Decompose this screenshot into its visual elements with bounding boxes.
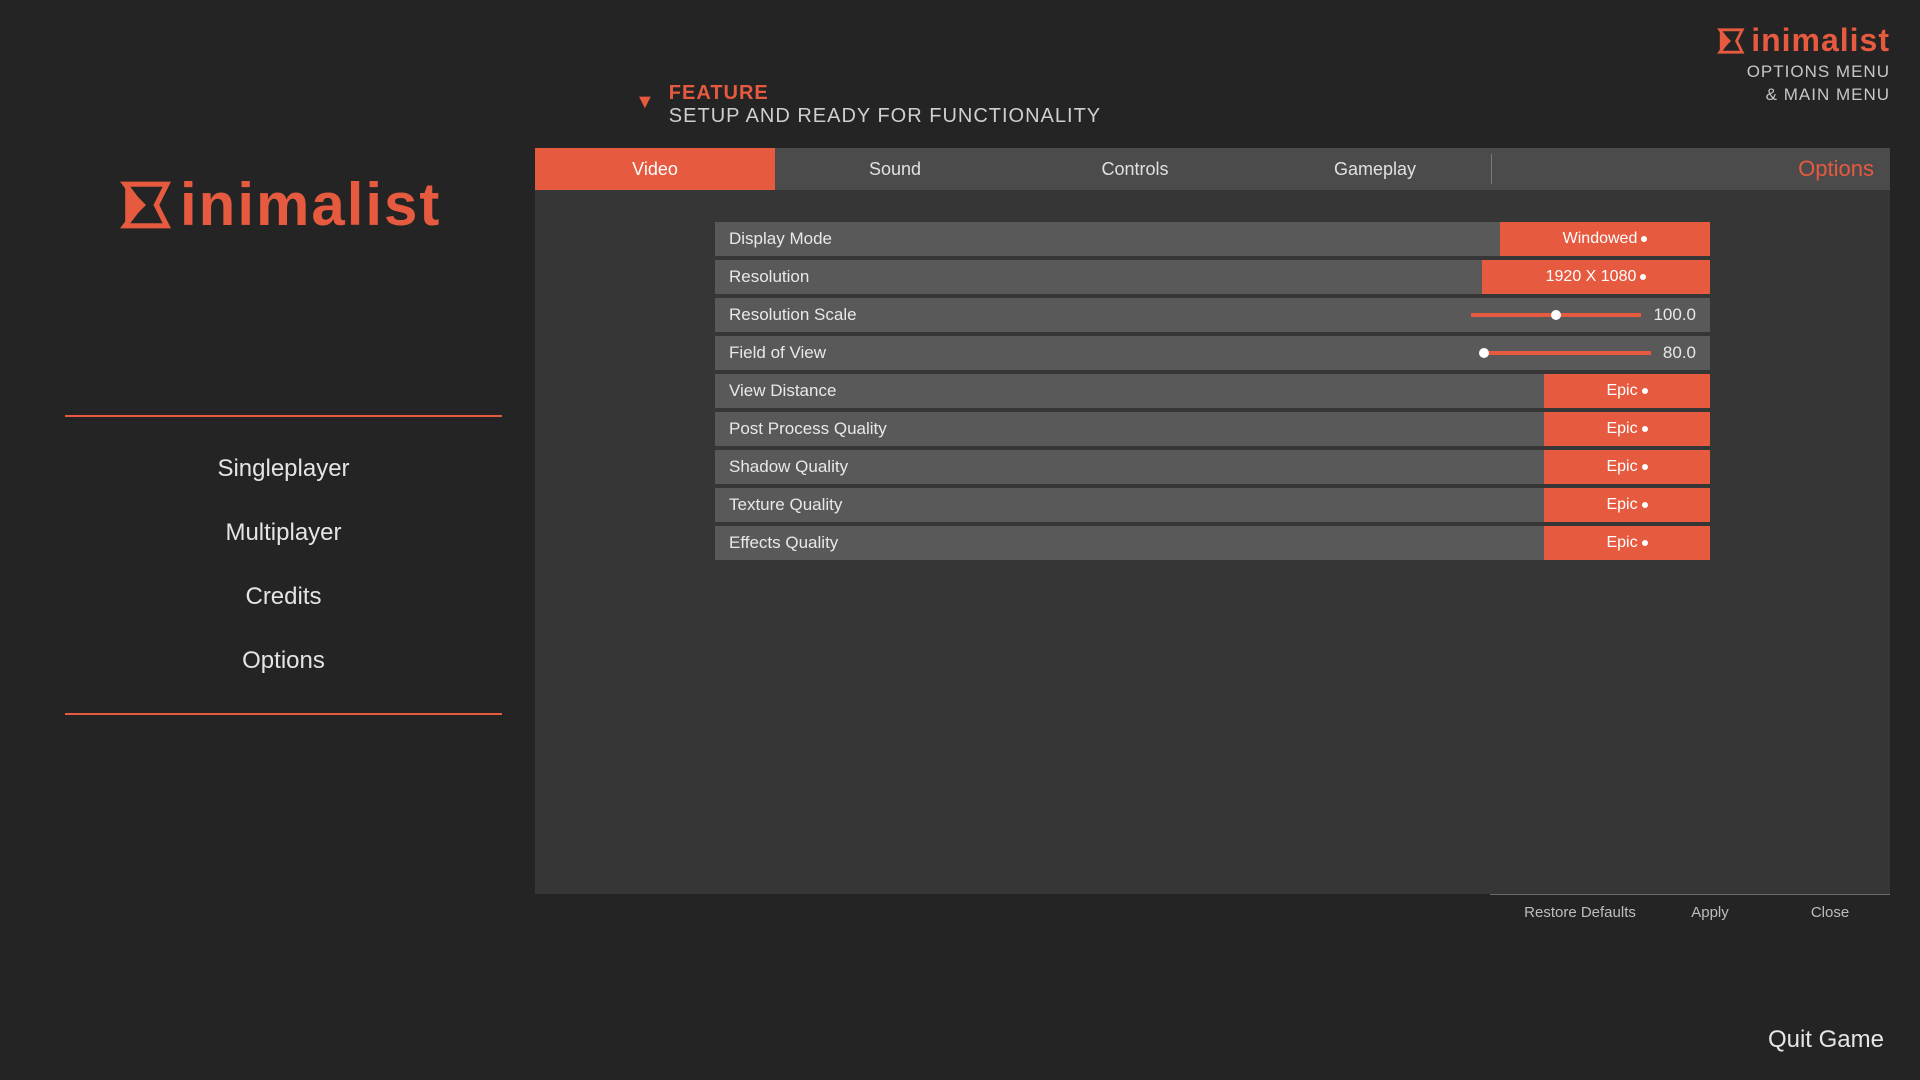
brand-logo: inimalist: [1717, 22, 1890, 59]
feature-heading: ▼ FEATURE SETUP AND READY FOR FUNCTIONAL…: [635, 82, 1101, 128]
picker-post-process-quality[interactable]: Epic: [1544, 412, 1710, 446]
row-effects-quality: Effects Quality Epic: [715, 526, 1710, 560]
tab-sound[interactable]: Sound: [775, 148, 1015, 190]
row-texture-quality: Texture Quality Epic: [715, 488, 1710, 522]
picker-shadow-quality[interactable]: Epic: [1544, 450, 1710, 484]
value-resolution: 1920 X 1080: [1546, 268, 1637, 286]
value-view-distance: Epic: [1606, 382, 1637, 400]
picker-dot-icon: [1642, 502, 1648, 508]
value-effects-quality: Epic: [1606, 534, 1637, 552]
action-bar-divider: [1490, 894, 1890, 895]
sidebar: inimalist Singleplayer Multiplayer Credi…: [0, 0, 535, 1080]
dropdown-arrow-icon: ▼: [635, 92, 655, 112]
brand-sub-2: & MAIN MENU: [1717, 84, 1890, 105]
label-texture-quality: Texture Quality: [715, 495, 1544, 515]
value-field-of-view: 80.0: [1663, 343, 1696, 363]
menu-singleplayer[interactable]: Singleplayer: [65, 437, 502, 501]
quit-game-button[interactable]: Quit Game: [1768, 1026, 1884, 1054]
row-field-of-view: Field of View 80.0: [715, 336, 1710, 370]
picker-resolution[interactable]: 1920 X 1080: [1482, 260, 1710, 294]
label-display-mode: Display Mode: [715, 229, 1500, 249]
value-shadow-quality: Epic: [1606, 458, 1637, 476]
menu-multiplayer[interactable]: Multiplayer: [65, 501, 502, 565]
label-resolution: Resolution: [715, 267, 1482, 287]
row-resolution: Resolution 1920 X 1080: [715, 260, 1710, 294]
close-button[interactable]: Close: [1770, 900, 1890, 925]
restore-defaults-button[interactable]: Restore Defaults: [1510, 900, 1650, 925]
label-post-process-quality: Post Process Quality: [715, 419, 1544, 439]
picker-display-mode[interactable]: Windowed: [1500, 222, 1710, 256]
value-texture-quality: Epic: [1606, 496, 1637, 514]
action-bar: Restore Defaults Apply Close: [535, 894, 1890, 930]
picker-dot-icon: [1642, 388, 1648, 394]
brand-sub-1: OPTIONS MENU: [1717, 61, 1890, 82]
row-resolution-scale: Resolution Scale 100.0: [715, 298, 1710, 332]
menu-options[interactable]: Options: [65, 629, 502, 693]
options-tabs: Video Sound Controls Gameplay Options: [535, 148, 1890, 190]
main-menu: Singleplayer Multiplayer Credits Options: [65, 415, 502, 715]
label-resolution-scale: Resolution Scale: [715, 305, 1464, 325]
picker-dot-icon: [1641, 236, 1647, 242]
value-display-mode: Windowed: [1563, 230, 1638, 248]
label-field-of-view: Field of View: [715, 343, 1464, 363]
tabs-divider: [1491, 154, 1492, 184]
label-shadow-quality: Shadow Quality: [715, 457, 1544, 477]
label-view-distance: View Distance: [715, 381, 1544, 401]
logo-mark-icon: [1717, 27, 1745, 55]
slider-thumb-field-of-view[interactable]: [1479, 348, 1489, 358]
picker-dot-icon: [1640, 274, 1646, 280]
row-display-mode: Display Mode Windowed: [715, 222, 1710, 256]
picker-dot-icon: [1642, 540, 1648, 546]
side-logo: inimalist: [120, 170, 441, 239]
picker-effects-quality[interactable]: Epic: [1544, 526, 1710, 560]
row-shadow-quality: Shadow Quality Epic: [715, 450, 1710, 484]
slider-field-of-view[interactable]: [1481, 351, 1651, 355]
slider-thumb-resolution-scale[interactable]: [1551, 310, 1561, 320]
logo-mark-icon: [120, 179, 172, 231]
value-post-process-quality: Epic: [1606, 420, 1637, 438]
row-post-process-quality: Post Process Quality Epic: [715, 412, 1710, 446]
label-effects-quality: Effects Quality: [715, 533, 1544, 553]
tab-gameplay[interactable]: Gameplay: [1255, 148, 1495, 190]
side-logo-word: inimalist: [180, 170, 441, 239]
brand-title: inimalist: [1751, 22, 1890, 59]
settings-rows: Display Mode Windowed Resolution 1920 X …: [715, 222, 1710, 564]
row-view-distance: View Distance Epic: [715, 374, 1710, 408]
tab-video[interactable]: Video: [535, 148, 775, 190]
slider-resolution-scale[interactable]: [1471, 313, 1641, 317]
options-heading: Options: [1798, 148, 1874, 190]
brand-block: inimalist OPTIONS MENU & MAIN MENU: [1717, 22, 1890, 106]
tab-controls[interactable]: Controls: [1015, 148, 1255, 190]
picker-view-distance[interactable]: Epic: [1544, 374, 1710, 408]
options-panel: Video Sound Controls Gameplay Options Di…: [535, 148, 1890, 894]
picker-texture-quality[interactable]: Epic: [1544, 488, 1710, 522]
picker-dot-icon: [1642, 426, 1648, 432]
apply-button[interactable]: Apply: [1650, 900, 1770, 925]
value-resolution-scale: 100.0: [1653, 305, 1696, 325]
feature-subtitle: SETUP AND READY FOR FUNCTIONALITY: [669, 105, 1101, 128]
picker-dot-icon: [1642, 464, 1648, 470]
feature-title: FEATURE: [669, 82, 1101, 105]
menu-credits[interactable]: Credits: [65, 565, 502, 629]
